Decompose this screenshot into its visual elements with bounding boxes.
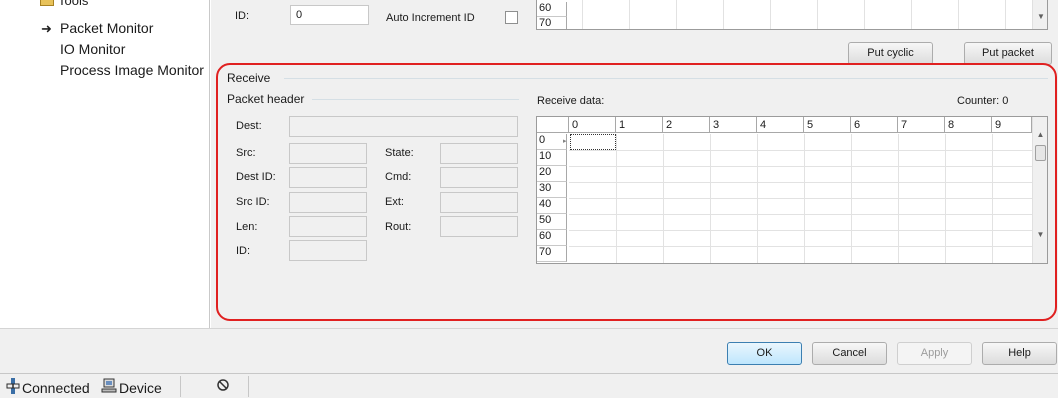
packet-monitor-panel: ID: 0 Auto Increment ID 60 70 ▼ Put cycl… bbox=[211, 0, 1058, 328]
column-header: 0 bbox=[569, 117, 616, 133]
column-header: 5 bbox=[804, 117, 851, 133]
send-row-header: 70 bbox=[537, 17, 567, 29]
current-row-marker-icon: ▸ bbox=[563, 138, 567, 145]
src-id-field bbox=[289, 192, 367, 213]
ext-field bbox=[440, 192, 518, 213]
auto-increment-checkbox[interactable] bbox=[505, 11, 518, 24]
header-id-label: ID: bbox=[236, 245, 251, 257]
column-header: 9 bbox=[992, 117, 1032, 133]
rout-field bbox=[440, 216, 518, 237]
help-button[interactable]: Help bbox=[982, 342, 1057, 365]
auto-increment-label: Auto Increment ID bbox=[386, 12, 475, 24]
len-label: Len: bbox=[236, 221, 258, 233]
status-connected: Connected bbox=[22, 380, 90, 396]
row-header: 50 bbox=[537, 214, 567, 230]
navigation-tree: Tools ➜ Packet Monitor IO Monitor Proces… bbox=[0, 0, 210, 328]
packet-header-group-title: Packet header bbox=[227, 92, 305, 106]
network-status-icon bbox=[217, 379, 229, 391]
tree-item-packet-monitor[interactable]: Packet Monitor bbox=[60, 20, 153, 36]
ext-label: Ext: bbox=[385, 196, 404, 208]
ok-button[interactable]: OK bbox=[727, 342, 802, 365]
dialog-button-bar: OK Cancel Apply Help bbox=[0, 328, 1058, 373]
dest-label: Dest: bbox=[236, 120, 262, 132]
scroll-up-icon[interactable]: ▲ bbox=[1033, 130, 1047, 139]
column-header: 3 bbox=[710, 117, 757, 133]
row-header: 70 bbox=[537, 246, 567, 262]
cmd-field bbox=[440, 167, 518, 188]
scroll-down-icon[interactable]: ▼ bbox=[1033, 230, 1047, 239]
row-header: 10 bbox=[537, 150, 567, 166]
dest-field bbox=[289, 116, 518, 137]
folder-icon bbox=[40, 0, 54, 6]
dest-id-label: Dest ID: bbox=[236, 171, 276, 183]
column-header: 6 bbox=[851, 117, 898, 133]
send-row-header: 60 bbox=[537, 2, 567, 17]
tree-item-process-image-monitor[interactable]: Process Image Monitor bbox=[60, 62, 204, 78]
put-packet-button[interactable]: Put packet bbox=[964, 42, 1052, 65]
status-device: Device bbox=[119, 380, 162, 396]
state-label: State: bbox=[385, 147, 414, 159]
connected-icon bbox=[6, 378, 20, 394]
column-header: 7 bbox=[898, 117, 945, 133]
row-header: 40 bbox=[537, 198, 567, 214]
row-header: 20 bbox=[537, 166, 567, 182]
selected-cell[interactable] bbox=[570, 134, 616, 150]
apply-button[interactable]: Apply bbox=[897, 342, 972, 365]
device-icon bbox=[101, 378, 117, 393]
row-header: 60 bbox=[537, 230, 567, 246]
receive-counter: Counter: 0 bbox=[957, 95, 1009, 107]
tree-item-io-monitor[interactable]: IO Monitor bbox=[60, 41, 125, 57]
header-id-field bbox=[289, 240, 367, 261]
column-header: 8 bbox=[945, 117, 992, 133]
cancel-button[interactable]: Cancel bbox=[812, 342, 887, 365]
src-id-label: Src ID: bbox=[236, 196, 270, 208]
state-field bbox=[440, 143, 518, 164]
put-cyclic-button[interactable]: Put cyclic bbox=[848, 42, 933, 65]
receive-data-label: Receive data: bbox=[537, 95, 605, 107]
send-id-label: ID: bbox=[235, 10, 250, 22]
rout-label: Rout: bbox=[385, 221, 412, 233]
send-data-grid[interactable]: 60 70 ▼ bbox=[536, 0, 1048, 30]
tree-folder-label[interactable]: Tools bbox=[58, 0, 88, 8]
len-field bbox=[289, 216, 367, 237]
receive-data-grid[interactable]: 0 1 2 3 4 5 6 7 8 9 0 10 20 30 40 50 60 … bbox=[536, 116, 1048, 264]
selected-arrow-icon: ➜ bbox=[41, 21, 52, 36]
send-id-field[interactable]: 0 bbox=[290, 5, 369, 25]
column-header: 4 bbox=[757, 117, 804, 133]
send-grid-scrollbar[interactable]: ▼ bbox=[1032, 0, 1047, 29]
send-id-value: 0 bbox=[296, 9, 303, 21]
scroll-thumb[interactable] bbox=[1035, 145, 1046, 161]
row-header: 30 bbox=[537, 182, 567, 198]
src-label: Src: bbox=[236, 147, 256, 159]
status-bar: Connected Device bbox=[0, 373, 1058, 398]
scroll-down-icon[interactable]: ▼ bbox=[1033, 12, 1047, 21]
column-header: 2 bbox=[663, 117, 710, 133]
receive-grid-scrollbar[interactable]: ▲ ▼ bbox=[1032, 117, 1047, 263]
column-header: 1 bbox=[616, 117, 663, 133]
cmd-label: Cmd: bbox=[385, 171, 412, 183]
src-field bbox=[289, 143, 367, 164]
dest-id-field bbox=[289, 167, 367, 188]
receive-group-title: Receive bbox=[227, 71, 271, 85]
grid-corner-cell bbox=[537, 117, 569, 133]
